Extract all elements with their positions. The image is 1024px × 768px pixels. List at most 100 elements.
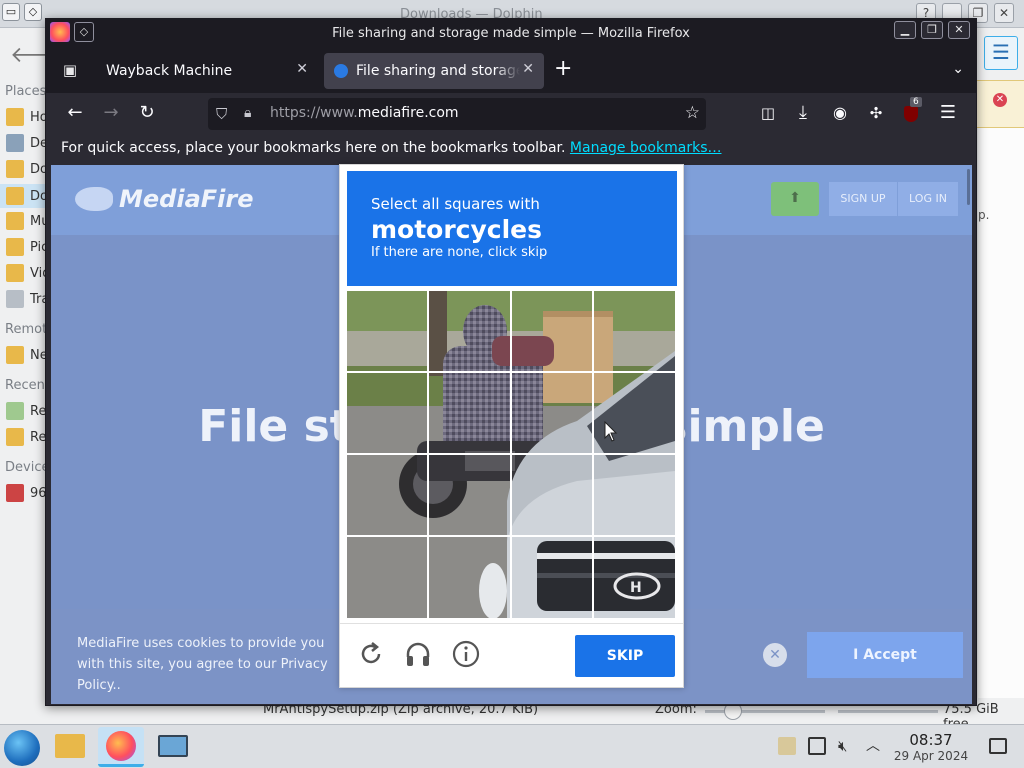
start-menu-icon[interactable] — [4, 730, 40, 766]
maximize-icon[interactable]: ❐ — [921, 21, 943, 39]
audio-icon[interactable] — [403, 639, 433, 669]
new-tab-icon[interactable]: + — [554, 58, 572, 80]
captcha-tile[interactable] — [511, 455, 592, 536]
url-text[interactable]: https://www.mediafire.com — [270, 105, 459, 121]
info-icon[interactable] — [451, 639, 481, 669]
zoom-slider-track[interactable] — [705, 710, 825, 713]
back-icon[interactable]: ← — [63, 102, 87, 126]
hamburger-menu-icon[interactable]: ☰ — [984, 36, 1018, 70]
sidebar-item-desktop[interactable]: De — [6, 134, 48, 152]
minimize-icon[interactable]: ▁ — [894, 21, 916, 39]
captcha-tile[interactable] — [511, 291, 592, 372]
close-icon[interactable]: ✕ — [948, 21, 970, 39]
videos-folder-icon — [6, 264, 24, 282]
app-menu-icon[interactable]: ☰ — [936, 102, 960, 126]
lock-icon[interactable]: 🔒︎ — [244, 105, 260, 123]
pocket-icon[interactable]: ◫ — [756, 102, 780, 126]
drive-icon — [6, 484, 24, 502]
volume-muted-icon[interactable]: 🔇︎ — [838, 737, 856, 755]
captcha-target: motorcycles — [371, 215, 543, 244]
sidebar-item-videos[interactable]: Vid — [6, 264, 50, 282]
network-folder-icon — [6, 346, 24, 364]
bookmarks-toolbar: For quick access, place your bookmarks h… — [46, 135, 976, 163]
sidebar-item-network[interactable]: Ne — [6, 346, 48, 364]
sidebar-item-recent-files[interactable]: Re — [6, 402, 46, 420]
sidebar-section-places: Places — [5, 84, 47, 99]
sidebar-item-pictures[interactable]: Pic — [6, 238, 48, 256]
refresh-icon[interactable] — [356, 639, 386, 669]
page-scrollbar[interactable] — [967, 169, 970, 205]
tab-wayback-machine[interactable]: Wayback Machine ✕ — [96, 53, 318, 89]
captcha-tile[interactable] — [429, 373, 510, 454]
captcha-hint: If there are none, click skip — [371, 245, 548, 260]
places-panel: Places Ho De Do Do Mu Pic Vid Tra Remote… — [0, 78, 56, 698]
taskbar-dolphin-icon[interactable] — [47, 727, 93, 767]
close-tab-icon[interactable]: ✕ — [522, 61, 534, 77]
sidebar-item-documents[interactable]: Do — [6, 160, 48, 178]
desktop-icon — [6, 134, 24, 152]
extensions-icon[interactable]: ✣ — [864, 102, 888, 126]
firefox-view-icon[interactable]: ▣ — [56, 57, 84, 85]
tab-mediafire[interactable]: File sharing and storage made simple ✕ — [324, 53, 544, 89]
clipboard-icon[interactable] — [778, 737, 796, 755]
pin-icon[interactable]: ◇ — [24, 3, 42, 21]
captcha-tile[interactable] — [593, 537, 674, 618]
bookmark-star-icon[interactable]: ☆ — [685, 103, 700, 123]
captcha-tile[interactable] — [429, 291, 510, 372]
sidebar-item-music[interactable]: Mu — [6, 212, 49, 230]
reload-icon[interactable]: ↻ — [135, 102, 159, 126]
sidebar-item-home[interactable]: Ho — [6, 108, 48, 126]
skip-button[interactable]: SKIP — [575, 635, 675, 677]
list-all-tabs-icon[interactable]: ⌄ — [952, 61, 964, 77]
taskbar-firefox-icon[interactable] — [98, 727, 144, 767]
captcha-tile[interactable] — [347, 373, 428, 454]
clock[interactable]: 08:37 29 Apr 2024 — [892, 731, 970, 763]
captcha-tile[interactable] — [347, 291, 428, 372]
clock-time: 08:37 — [909, 731, 953, 749]
account-icon[interactable]: ◉ — [828, 102, 852, 126]
music-folder-icon — [6, 212, 24, 230]
log-in-button[interactable]: LOG IN — [898, 182, 958, 216]
show-desktop-icon[interactable] — [989, 738, 1007, 754]
sidebar-item-drive[interactable]: 96. — [6, 484, 51, 502]
mediafire-logo[interactable]: MediaFire — [75, 185, 254, 213]
captcha-tile[interactable] — [429, 537, 510, 618]
file-view-text-fragment: p. — [978, 208, 990, 222]
upload-button[interactable]: ⬆ — [771, 182, 819, 216]
close-tab-icon[interactable]: ✕ — [296, 61, 308, 77]
sidebar-item-trash[interactable]: Tra — [6, 290, 49, 308]
extension-badge: 6 — [910, 97, 922, 107]
downloads-icon[interactable]: ⤓ — [791, 102, 815, 126]
forward-icon[interactable]: → — [99, 102, 123, 126]
captcha-tile[interactable] — [429, 455, 510, 536]
accept-cookies-button[interactable]: I Accept — [807, 632, 963, 678]
cookie-close-icon[interactable]: ✕ — [763, 643, 787, 667]
sign-up-button[interactable]: SIGN UP — [829, 182, 897, 216]
sidebar-item-recent-locations[interactable]: Re — [6, 428, 46, 446]
tracking-protection-shield-icon[interactable]: ⛉ — [216, 105, 232, 123]
sidebar-item-downloads[interactable]: Do — [0, 184, 48, 208]
upload-icon: ⬆ — [789, 190, 801, 206]
captcha-header: Select all squares with motorcycles If t… — [347, 171, 677, 286]
captcha-tile[interactable] — [593, 455, 674, 536]
sidebar-section-recent: Recent — [5, 378, 50, 393]
captcha-tile[interactable] — [347, 537, 428, 618]
close-notification-icon[interactable]: ✕ — [993, 93, 1007, 107]
pictures-folder-icon — [6, 238, 24, 256]
bookmarks-message: For quick access, place your bookmarks h… — [61, 140, 566, 156]
url-bar[interactable]: ⛉ 🔒︎ https://www.mediafire.com ☆ — [208, 98, 706, 130]
close-icon[interactable]: ✕ — [994, 3, 1014, 23]
manage-bookmarks-link[interactable]: Manage bookmarks… — [570, 140, 722, 156]
home-folder-icon — [6, 108, 24, 126]
taskbar-system-settings-icon[interactable] — [150, 727, 196, 767]
show-hidden-icons-icon[interactable]: ︿ — [866, 737, 884, 755]
mouse-cursor-icon — [604, 421, 618, 442]
captcha-tile[interactable] — [511, 537, 592, 618]
mediafire-flame-icon — [75, 187, 113, 211]
device-notifier-icon[interactable] — [808, 737, 826, 755]
recent-files-icon — [6, 402, 24, 420]
captcha-tile[interactable] — [511, 373, 592, 454]
captcha-tile[interactable] — [347, 455, 428, 536]
captcha-tile[interactable] — [593, 291, 674, 372]
downloads-folder-icon — [6, 187, 24, 205]
